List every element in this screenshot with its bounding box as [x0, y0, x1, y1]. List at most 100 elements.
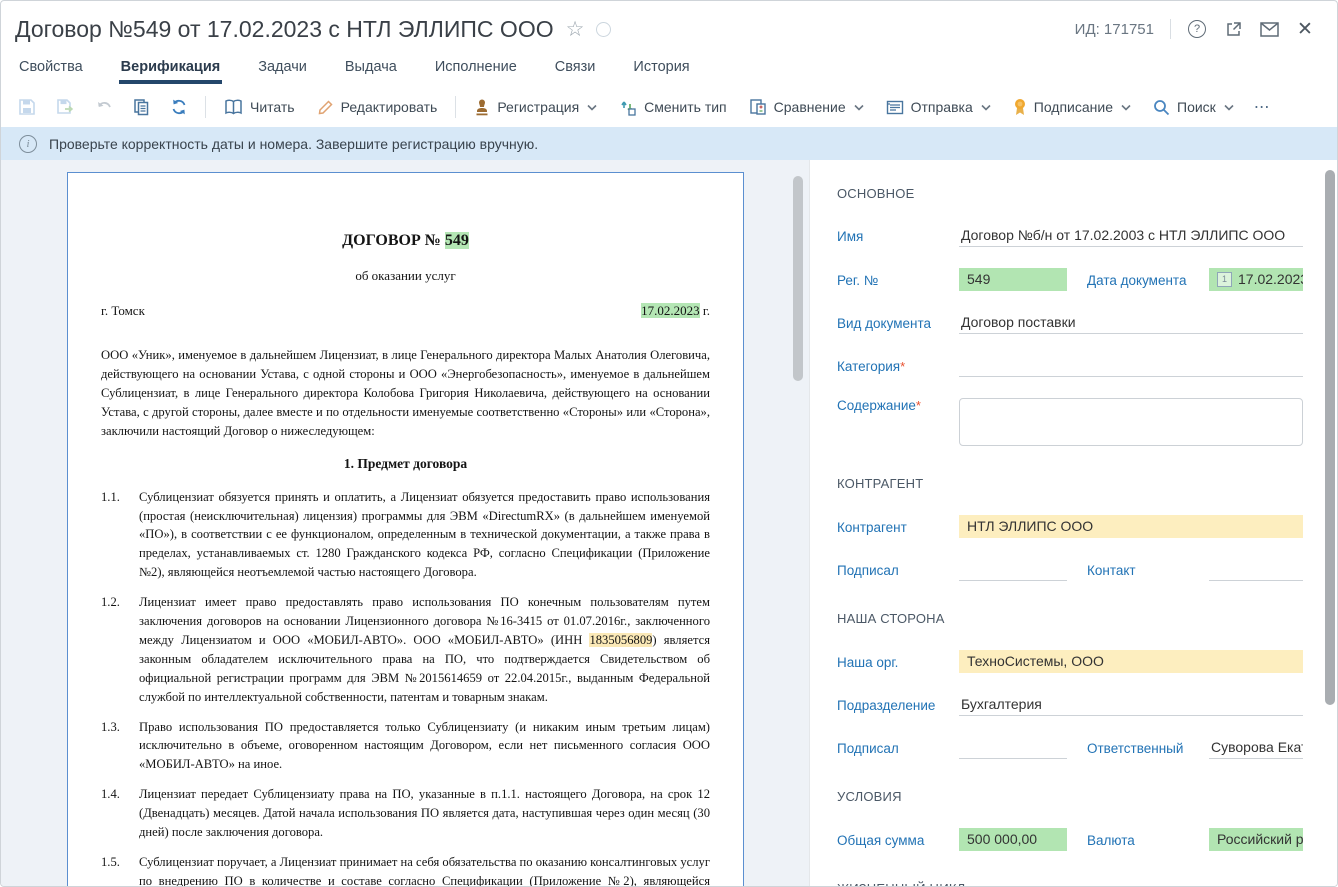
tab-tasks[interactable]: Задачи [256, 57, 309, 84]
counterparty-label: Контрагент [837, 520, 959, 538]
our-org-label: Наша орг. [837, 655, 959, 673]
contact-label: Контакт [1087, 563, 1209, 581]
stamp-icon [474, 99, 490, 116]
section-header-terms: УСЛОВИЯ [837, 789, 1303, 804]
pencil-icon [317, 99, 334, 116]
document-kind-label: Вид документа [837, 316, 959, 334]
main-area: ДОГОВОР № 549 об оказании услуг г. Томск… [1, 160, 1337, 886]
total-amount-field[interactable]: 500 000,00 [959, 828, 1067, 851]
tab-verification[interactable]: Верификация [119, 57, 223, 84]
ribbon-badge-icon [1013, 98, 1027, 116]
document-date-field[interactable]: 1 17.02.2023 [1209, 268, 1303, 291]
contract-date: 17.02.2023 г. [641, 301, 710, 321]
reg-number-label: Рег. № [837, 273, 959, 291]
counterparty-field[interactable]: НТЛ ЭЛЛИПС ООО [959, 515, 1303, 538]
contract-clause: 1.3. Право использования ПО предоставляе… [101, 718, 710, 775]
tab-execution[interactable]: Исполнение [433, 57, 519, 84]
help-icon[interactable]: ? [1187, 19, 1207, 39]
document-preview-pane[interactable]: ДОГОВОР № 549 об оказании услуг г. Томск… [1, 160, 809, 886]
refresh-button[interactable] [161, 92, 197, 122]
tab-links[interactable]: Связи [553, 57, 598, 84]
department-label: Подразделение [837, 698, 959, 716]
titlebar: Договор №549 от 17.02.2023 с НТЛ ЭЛЛИПС … [1, 1, 1337, 57]
save-and-close-button [47, 92, 84, 122]
name-field[interactable]: Договор №б/н от 17.02.2003 с НТЛ ЭЛЛИПС … [959, 227, 1303, 247]
chevron-down-icon [587, 104, 597, 111]
name-row: Имя Договор №б/н от 17.02.2003 с НТЛ ЭЛЛ… [837, 225, 1303, 247]
content-field[interactable] [959, 398, 1303, 446]
info-banner: i Проверьте корректность даты и номера. … [1, 127, 1337, 160]
contract-clause: 1.1. Сублицензиат обязуется принять и оп… [101, 488, 710, 582]
currency-field[interactable]: Российский руб [1209, 828, 1303, 851]
properties-panel: ОСНОВНОЕ Имя Договор №б/н от 17.02.2003 … [809, 160, 1337, 886]
book-icon [224, 99, 243, 115]
contract-subtitle: об оказании услуг [101, 266, 710, 286]
mail-icon[interactable] [1259, 19, 1279, 39]
copy-button[interactable] [124, 92, 159, 122]
name-label: Имя [837, 229, 959, 247]
tab-history[interactable]: История [631, 57, 691, 84]
required-asterisk: * [916, 398, 921, 413]
reg-date-row: Рег. № 549 Дата документа 1 17.02.2023 [837, 268, 1303, 291]
change-type-button[interactable]: Сменить тип [609, 92, 736, 122]
kind-row: Вид документа Договор поставки [837, 312, 1303, 334]
send-button[interactable]: Отправка [876, 93, 1001, 121]
favorite-star-icon[interactable]: ☆ [566, 19, 585, 40]
our-signer-field[interactable] [959, 739, 1067, 759]
contact-field[interactable] [1209, 561, 1303, 581]
undo-button [86, 94, 122, 120]
divider [455, 96, 456, 118]
tab-issue[interactable]: Выдача [343, 57, 399, 84]
search-icon [1153, 99, 1170, 116]
info-icon: i [19, 135, 37, 153]
section-header-lifecycle: ЖИЗНЕННЫЙ ЦИКЛ [837, 881, 1303, 886]
preview-scrollbar[interactable] [793, 170, 803, 882]
chevron-down-icon [981, 104, 991, 111]
category-field[interactable] [959, 357, 1303, 377]
contract-clause: 1.5. Сублицензиат поручает, а Лицензиат … [101, 853, 710, 886]
close-icon[interactable]: ✕ [1295, 19, 1315, 39]
page-title: Договор №549 от 17.02.2023 с НТЛ ЭЛЛИПС … [15, 16, 554, 43]
edit-button[interactable]: Редактировать [307, 93, 448, 122]
counterparty-row: Контрагент НТЛ ЭЛЛИПС ООО [837, 515, 1303, 538]
copy-icon [133, 98, 150, 116]
signing-button[interactable]: Подписание [1003, 92, 1141, 122]
responsible-label: Ответственный [1087, 741, 1209, 759]
search-button[interactable]: Поиск [1143, 93, 1244, 122]
counterparty-signer-field[interactable] [959, 561, 1067, 581]
registration-button[interactable]: Регистрация [464, 93, 607, 122]
tab-properties[interactable]: Свойства [17, 57, 85, 84]
more-button[interactable]: ⋯ [1246, 97, 1279, 117]
city-date-row: г. Томск 17.02.2023 г. [101, 301, 710, 321]
document-kind-field[interactable]: Договор поставки [959, 314, 1303, 334]
inn-highlight: 1835056809 [589, 633, 652, 647]
contract-city: г. Томск [101, 301, 145, 321]
content-row: Содержание* [837, 398, 1303, 446]
send-list-icon [886, 100, 904, 115]
category-label: Категория* [837, 359, 959, 377]
save-icon [18, 98, 36, 116]
contract-title: ДОГОВОР № 549 [101, 229, 710, 253]
panel-scrollbar[interactable] [1325, 166, 1335, 886]
calendar-icon[interactable]: 1 [1217, 272, 1232, 287]
compare-button[interactable]: Сравнение [739, 92, 874, 122]
status-circle-icon [596, 22, 611, 37]
department-field[interactable]: Бухгалтерия [959, 696, 1303, 716]
document-id: ИД: 171751 [1075, 21, 1154, 38]
department-row: Подразделение Бухгалтерия [837, 694, 1303, 716]
app-window: Договор №549 от 17.02.2023 с НТЛ ЭЛЛИПС … [0, 0, 1338, 887]
our-org-field[interactable]: ТехноСистемы, ООО [959, 650, 1303, 673]
tab-bar: Свойства Верификация Задачи Выдача Испол… [1, 57, 1337, 87]
responsible-field[interactable]: Суворова Екатер [1209, 739, 1303, 759]
counterparty-signed-label: Подписал [837, 563, 959, 581]
read-button[interactable]: Читать [214, 93, 305, 121]
reg-number-field[interactable]: 549 [959, 268, 1067, 291]
contract-clause: 1.4. Лицензиат передает Сублицензиату пр… [101, 785, 710, 842]
chevron-down-icon [854, 104, 864, 111]
total-amount-label: Общая сумма [837, 833, 959, 851]
compare-icon [749, 98, 767, 116]
divider [205, 96, 206, 118]
open-in-new-window-icon[interactable] [1223, 19, 1243, 39]
contract-intro: ООО «Уник», именуемое в дальнейшем Лицен… [101, 346, 710, 440]
currency-label: Валюта [1087, 833, 1209, 851]
